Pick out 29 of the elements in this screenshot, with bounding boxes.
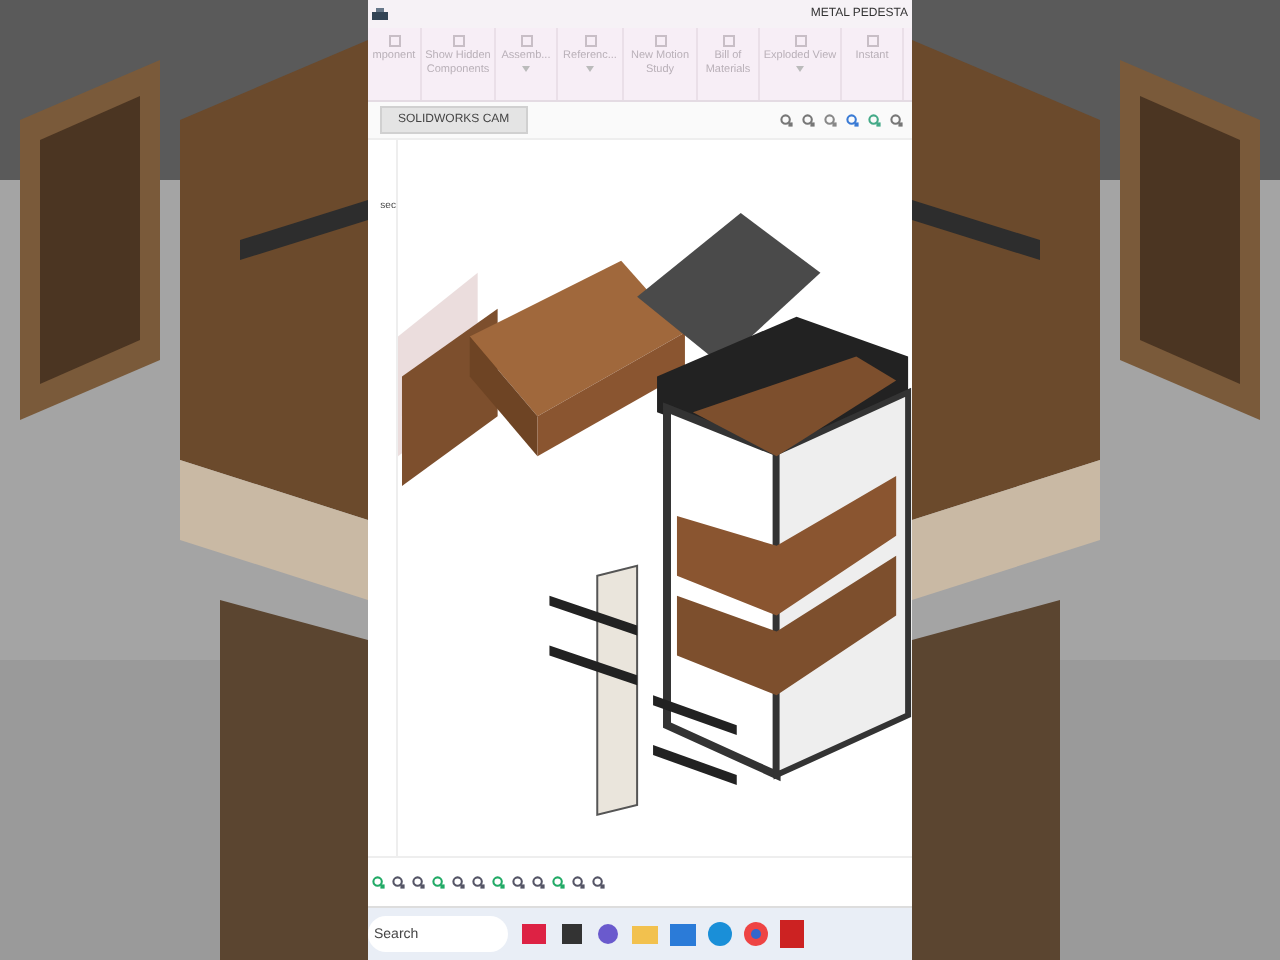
browser-icon[interactable] bbox=[744, 922, 768, 946]
browser-icon[interactable] bbox=[708, 922, 732, 946]
tool-icon[interactable] bbox=[452, 875, 466, 889]
tool-icon[interactable] bbox=[432, 875, 446, 889]
zoom-icon[interactable] bbox=[802, 113, 816, 127]
tool-icon[interactable] bbox=[532, 875, 546, 889]
caret-icon bbox=[796, 65, 804, 72]
tool-icon[interactable] bbox=[592, 875, 606, 889]
search-icon[interactable] bbox=[780, 113, 794, 127]
tool-icon[interactable] bbox=[412, 875, 426, 889]
caret-icon bbox=[586, 65, 594, 72]
tool-icon bbox=[387, 34, 401, 48]
tool-icon[interactable] bbox=[392, 875, 406, 889]
tool-icon bbox=[519, 34, 533, 48]
tool-icon[interactable] bbox=[372, 875, 386, 889]
tool-icon[interactable] bbox=[552, 875, 566, 889]
tool-icon[interactable] bbox=[472, 875, 486, 889]
app-icon[interactable] bbox=[560, 922, 584, 946]
tool-icon[interactable] bbox=[492, 875, 506, 889]
tool-icon bbox=[653, 34, 667, 48]
tool-icon bbox=[583, 34, 597, 48]
tool-icon bbox=[793, 34, 807, 48]
tool-icon bbox=[721, 34, 735, 48]
tool-icon[interactable] bbox=[512, 875, 526, 889]
tool-icon bbox=[865, 34, 879, 48]
caret-icon bbox=[522, 65, 530, 72]
tool-icon[interactable] bbox=[572, 875, 586, 889]
print-icon[interactable] bbox=[372, 7, 388, 21]
tool-icon bbox=[451, 34, 465, 48]
